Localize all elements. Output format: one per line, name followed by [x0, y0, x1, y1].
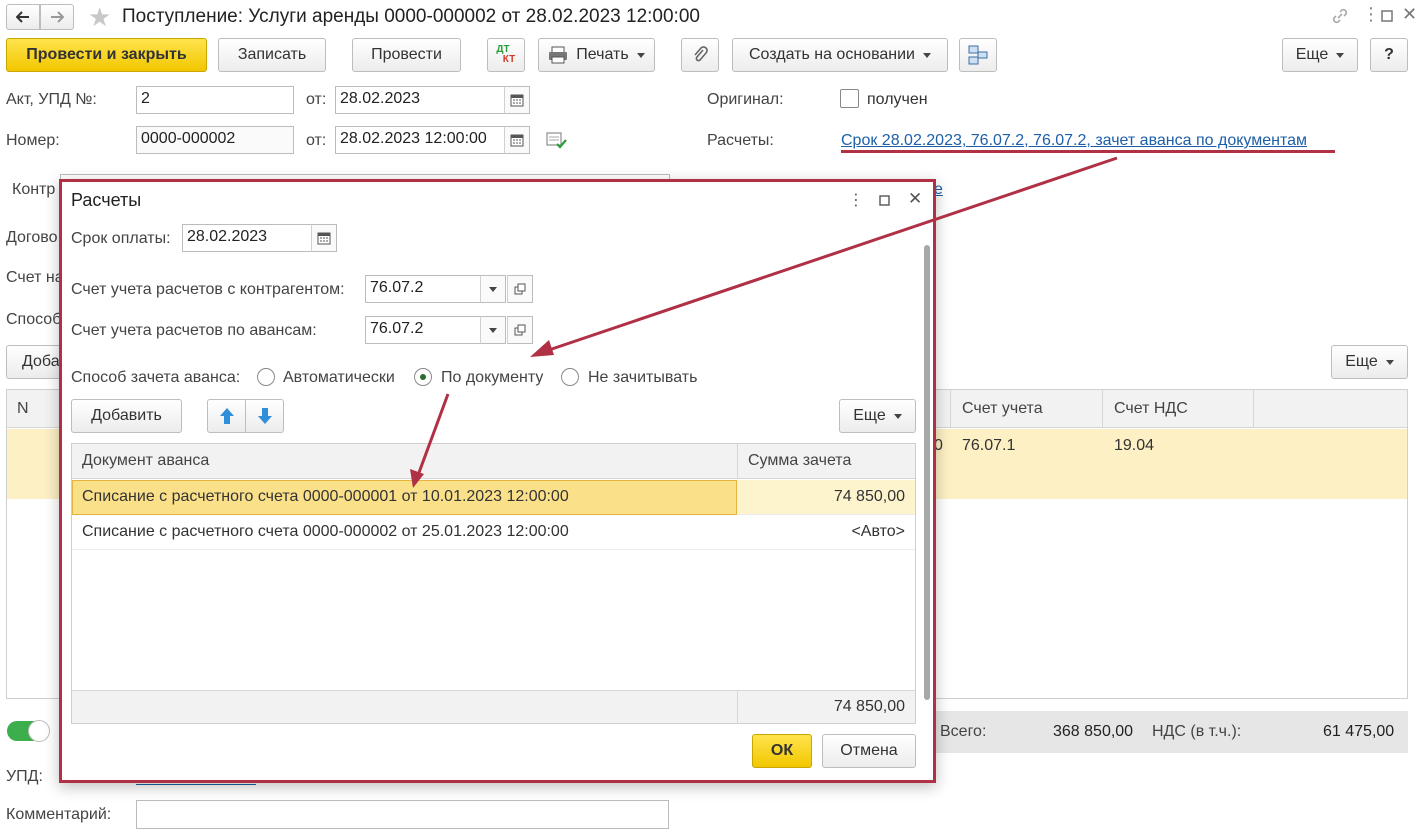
- annotation-arrow-1: [539, 156, 1118, 355]
- annotation-arrowhead-2: [410, 469, 424, 488]
- annotation-arrows: [410, 156, 1118, 488]
- annotation-arrow-2: [415, 393, 450, 479]
- annotation-arrowhead-1: [530, 340, 554, 357]
